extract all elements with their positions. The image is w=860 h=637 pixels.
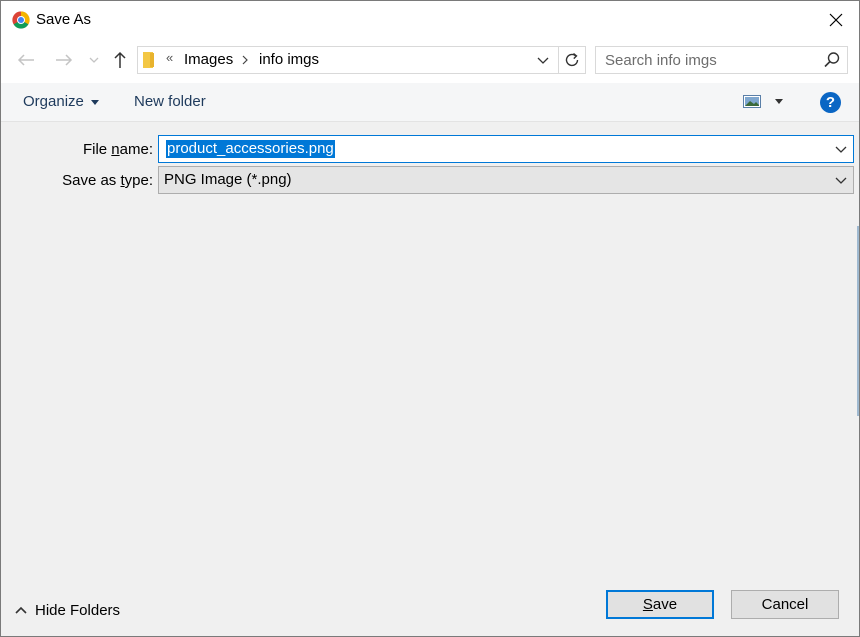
close-button[interactable]: [813, 1, 859, 39]
caret-down-icon: [775, 99, 783, 104]
filename-field[interactable]: product_accessories.png: [158, 135, 854, 163]
up-button[interactable]: [109, 47, 131, 73]
dropdown-chevron-icon: [835, 177, 847, 184]
forward-arrow-icon: [56, 54, 73, 66]
view-thumbnail-icon: [743, 95, 761, 108]
save-as-type-label: Save as type:: [62, 172, 153, 189]
cancel-button[interactable]: Cancel: [731, 590, 839, 619]
breadcrumb-chevron-icon[interactable]: [242, 55, 248, 65]
search-box: [595, 46, 848, 74]
organize-label: Organize: [23, 93, 84, 110]
caret-down-icon: [91, 99, 100, 105]
title-bar: Save As: [1, 1, 859, 39]
recent-chevron-icon: [89, 57, 99, 63]
save-label-key: S: [642, 596, 653, 613]
chevron-up-icon: [15, 606, 27, 614]
up-arrow-icon: [114, 51, 126, 68]
save-as-type-select[interactable]: PNG Image (*.png): [158, 166, 854, 194]
change-view-button[interactable]: [743, 95, 787, 111]
hide-folders-label: Hide Folders: [35, 601, 121, 619]
scrollbar-edge: [857, 226, 859, 416]
organize-button[interactable]: Organize: [23, 93, 100, 110]
folder-icon: [143, 52, 154, 68]
breadcrumb-info-imgs[interactable]: info imgs: [259, 51, 319, 68]
dropdown-chevron-icon: [537, 57, 549, 64]
refresh-icon: [565, 52, 579, 67]
address-history-dropdown[interactable]: [531, 47, 555, 73]
filename-dropdown-button[interactable]: [833, 136, 849, 162]
close-icon: [829, 13, 843, 27]
save-button[interactable]: Save: [606, 590, 714, 619]
hide-folders-button[interactable]: Hide Folders: [15, 600, 120, 620]
help-icon: ?: [825, 94, 836, 111]
help-button[interactable]: ?: [820, 92, 841, 113]
back-button[interactable]: [13, 47, 39, 73]
window-title: Save As: [36, 11, 92, 28]
dropdown-chevron-icon: [835, 146, 847, 153]
save-as-dialog: Save As « Images info imgs Search info i…: [0, 0, 860, 637]
refresh-button[interactable]: [558, 47, 585, 73]
save-label: ave: [652, 596, 678, 613]
filename-label: File name:: [82, 141, 153, 158]
filename-input[interactable]: product_accessories.png: [166, 140, 335, 158]
save-as-type-dropdown-button[interactable]: [833, 167, 849, 193]
search-icon[interactable]: [823, 51, 841, 69]
navigation-bar: « Images info imgs: [1, 39, 859, 83]
recent-locations-button[interactable]: [87, 47, 101, 73]
save-as-type-value: PNG Image (*.png): [164, 171, 292, 188]
forward-button[interactable]: [51, 47, 77, 73]
breadcrumb-overflow[interactable]: «: [166, 50, 173, 65]
chrome-app-icon: [12, 11, 30, 29]
breadcrumb-images[interactable]: Images: [184, 51, 233, 68]
back-arrow-icon: [17, 54, 34, 66]
address-bar[interactable]: « Images info imgs: [137, 46, 586, 74]
new-folder-button[interactable]: New folder: [134, 93, 206, 110]
search-input[interactable]: [596, 47, 816, 73]
command-toolbar: Organize New folder ?: [1, 83, 859, 122]
